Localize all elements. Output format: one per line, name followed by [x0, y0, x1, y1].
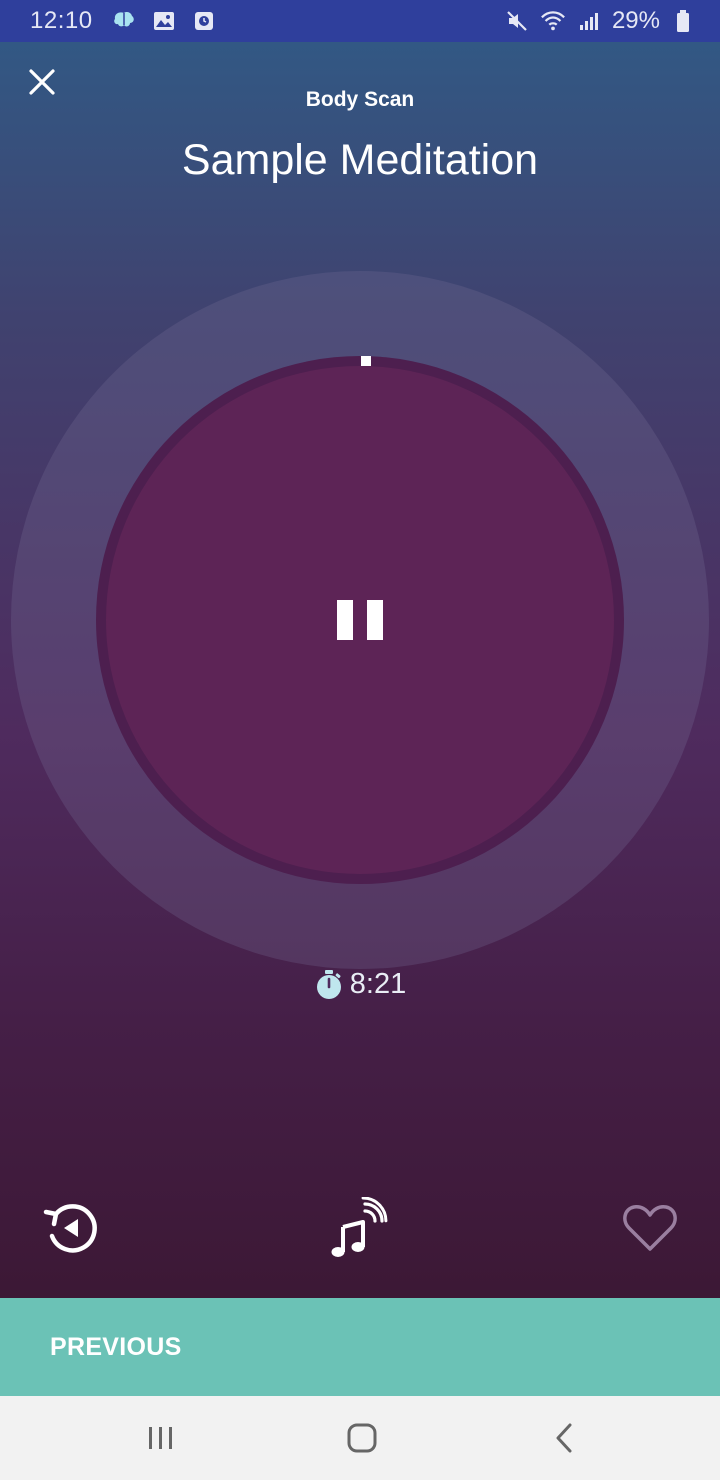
- signal-icon: [576, 8, 602, 34]
- play-pause-button[interactable]: [106, 366, 614, 874]
- status-right: 29%: [504, 7, 696, 35]
- battery-percent: 29%: [611, 7, 660, 34]
- status-bar: 12:10 29%: [0, 0, 720, 42]
- home-icon: [347, 1423, 377, 1453]
- back-button[interactable]: [542, 1416, 586, 1460]
- player-controls: [0, 1196, 720, 1266]
- clock-notification-icon: [191, 8, 217, 34]
- status-time: 12:10: [30, 7, 93, 34]
- battery-icon: [670, 8, 696, 34]
- stopwatch-icon: [316, 969, 341, 999]
- status-left: 12:10: [30, 7, 217, 35]
- gallery-notification-icon: [151, 8, 177, 34]
- progress-marker: [361, 356, 371, 366]
- pause-icon: [337, 600, 383, 640]
- background-sound-button[interactable]: [326, 1196, 390, 1260]
- back-icon: [556, 1423, 572, 1453]
- home-button[interactable]: [340, 1416, 384, 1460]
- pause-bar-left: [337, 600, 353, 640]
- recent-apps-button[interactable]: [139, 1416, 183, 1460]
- meditation-player: Body Scan Sample Meditation 8:21: [0, 42, 720, 1298]
- replay-icon: [43, 1204, 97, 1253]
- previous-label: PREVIOUS: [50, 1332, 182, 1361]
- brain-notification-icon: [111, 8, 137, 34]
- background-sound-icon: [331, 1197, 388, 1257]
- recent-apps-icon: [149, 1427, 172, 1449]
- session-timer: 8:21: [0, 968, 720, 1001]
- favorite-button[interactable]: [618, 1196, 682, 1260]
- navigation-bar: [0, 1396, 720, 1480]
- replay-button[interactable]: [38, 1196, 102, 1260]
- wifi-icon: [540, 8, 566, 34]
- session-title: Sample Meditation: [181, 136, 539, 184]
- mute-icon: [504, 8, 530, 34]
- previous-button[interactable]: PREVIOUS: [0, 1298, 720, 1396]
- favorite-heart-icon: [623, 1204, 677, 1251]
- pause-bar-right: [367, 600, 383, 640]
- timer-text: 8:21: [349, 968, 407, 1000]
- category-label: Body Scan: [305, 88, 415, 111]
- progress-ring: [11, 271, 709, 969]
